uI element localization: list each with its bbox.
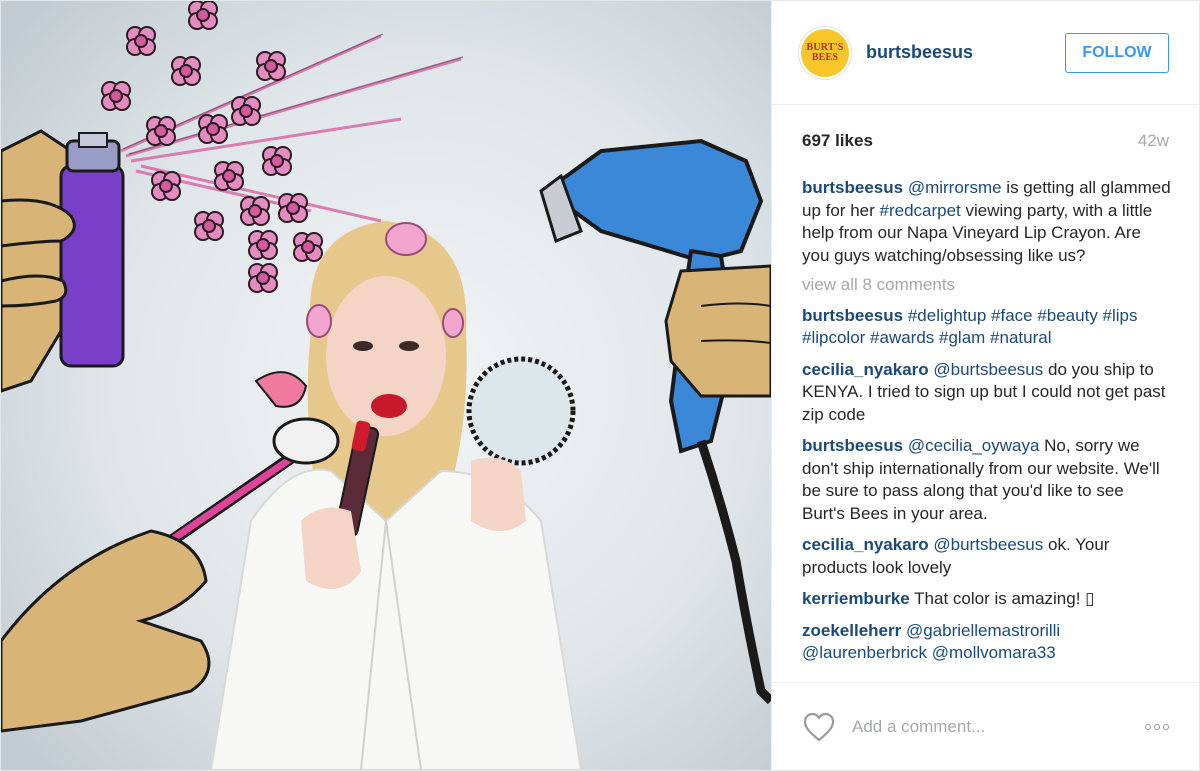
post-illustration: [1, 1, 771, 770]
comments-list: burtsbeesus @mirrorsme is getting all gl…: [802, 177, 1171, 682]
post-image[interactable]: [1, 1, 771, 770]
comment-item: cecilia_nyakaro @burtsbeesus ok. Your pr…: [802, 534, 1171, 579]
comment-username[interactable]: burtsbeesus: [802, 436, 903, 455]
caption-hashtag[interactable]: #redcarpet: [880, 201, 961, 220]
post-meta: 697 likes 42w: [802, 131, 1169, 151]
follow-button[interactable]: FOLLOW: [1065, 33, 1169, 73]
hairspray-hand: [1, 129, 125, 393]
post-footer: Add a comment...: [772, 682, 1199, 770]
username-link[interactable]: burtsbeesus: [866, 42, 973, 63]
post-header: BURT'S BEES burtsbeesus FOLLOW: [772, 1, 1199, 105]
brand-logo: BURT'S BEES: [801, 28, 849, 77]
avatar[interactable]: BURT'S BEES: [798, 25, 852, 80]
comment-item: burtsbeesus #delightup #face #beauty #li…: [802, 305, 1171, 350]
comment-username[interactable]: zoekelleherr: [802, 621, 901, 640]
dot: [1145, 723, 1151, 730]
caption-username[interactable]: burtsbeesus: [802, 178, 903, 197]
comment-item: cecilia_nyakaro @burtsbeesus do you ship…: [802, 359, 1171, 427]
comment-item: burtsbeesus @cecilia_oywaya No, sorry we…: [802, 435, 1171, 525]
comment-tags[interactable]: @cecilia_oywaya: [908, 436, 1040, 455]
comment-item: zoekelleherr @gabriellemastrorilli @laur…: [802, 620, 1171, 665]
add-comment-input[interactable]: Add a comment...: [852, 717, 1145, 737]
likes-count[interactable]: 697 likes: [802, 131, 873, 151]
comment-username[interactable]: cecilia_nyakaro: [802, 535, 929, 554]
logo-text: BURT'S BEES: [806, 41, 844, 63]
comment-username[interactable]: burtsbeesus: [802, 306, 903, 325]
comment-username[interactable]: kerriemburke: [802, 589, 910, 608]
post-timestamp[interactable]: 42w: [1138, 131, 1169, 151]
comment-tags[interactable]: @burtsbeesus: [933, 360, 1043, 379]
instagram-post: BURT'S BEES burtsbeesus FOLLOW 697 likes…: [0, 0, 1200, 771]
dot: [1163, 723, 1169, 730]
comment-username[interactable]: cecilia_nyakaro: [802, 360, 929, 379]
comment-item: kerriemburke That color is amazing! ▯: [802, 588, 1171, 611]
view-all-comments-link[interactable]: view all 8 comments: [802, 274, 1171, 297]
heart-outline-icon[interactable]: [802, 711, 836, 743]
caption: burtsbeesus @mirrorsme is getting all gl…: [802, 177, 1171, 267]
comment-text: That color is amazing! ▯: [909, 589, 1095, 608]
caption-mention[interactable]: @mirrorsme: [908, 178, 1002, 197]
comment-tags[interactable]: @burtsbeesus: [933, 535, 1043, 554]
dot: [1154, 723, 1160, 730]
ellipsis-icon[interactable]: [1145, 723, 1169, 730]
post-sidebar: BURT'S BEES burtsbeesus FOLLOW 697 likes…: [771, 1, 1199, 770]
